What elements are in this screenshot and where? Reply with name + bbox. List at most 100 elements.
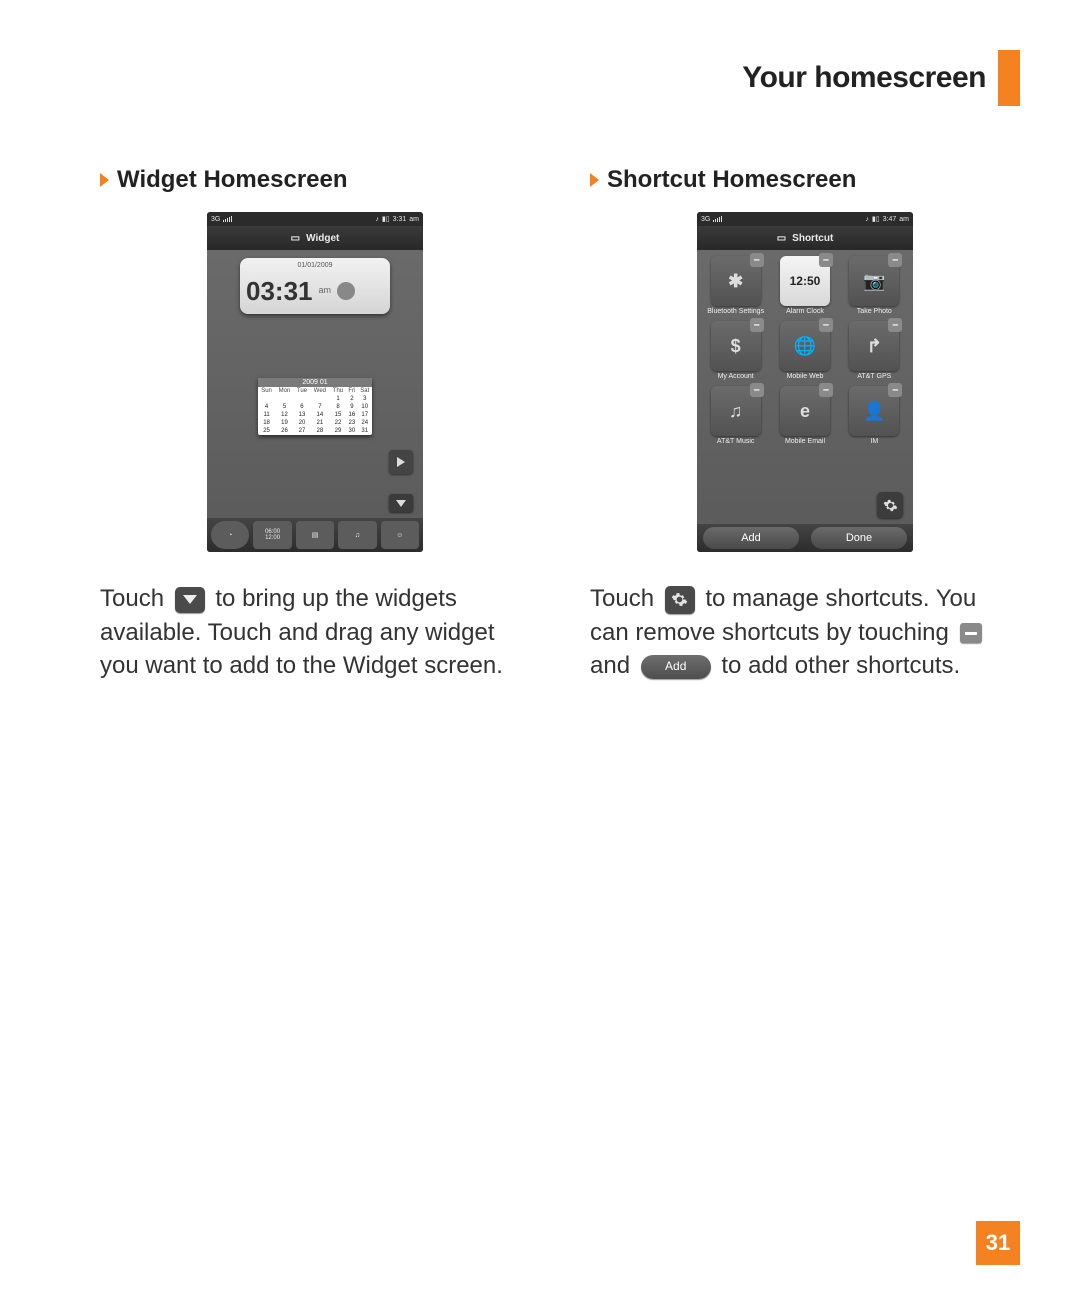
calendar-day-label: Sun <box>258 387 275 395</box>
shortcut-tile-icon: $– <box>711 321 761 371</box>
calendar-day-label: Wed <box>310 387 330 395</box>
shortcut-tile-icon: ♫– <box>711 386 761 436</box>
shortcut-label: Alarm Clock <box>786 308 824 315</box>
shortcut-label: IM <box>870 438 878 445</box>
clock-ampm: am <box>319 277 332 295</box>
calendar-widget: 2009 01 SunMonTueWedThuFriSat 1234567891… <box>258 378 372 435</box>
shortcut-copy: Touch to manage shortcuts. You can remov… <box>590 582 1020 683</box>
remove-shortcut-icon[interactable]: – <box>750 318 764 332</box>
manage-shortcuts-button[interactable] <box>877 492 903 518</box>
calendar-cell: 8 <box>330 403 347 411</box>
statusbar: 3G ♪ ▮▯ 3:31 am <box>207 212 423 226</box>
calendar-cell: 26 <box>275 427 294 435</box>
calendar-cell: 2 <box>346 395 357 403</box>
shortcut-item[interactable]: 👤– IM <box>844 386 905 445</box>
done-button[interactable]: Done <box>811 527 907 549</box>
shortcut-item[interactable]: $–My Account <box>705 321 766 380</box>
calendar-cell: 19 <box>275 419 294 427</box>
widget-screenshot: 3G ♪ ▮▯ 3:31 am ▭ Widget 01 <box>207 212 423 552</box>
shortcut-tile-icon: ✱– <box>711 256 761 306</box>
remove-shortcut-icon[interactable]: – <box>819 318 833 332</box>
remove-icon <box>960 623 982 643</box>
shortcut-label: AT&T GPS <box>857 373 891 380</box>
copy-text: Touch <box>590 585 661 612</box>
calendar-cell: 21 <box>310 419 330 427</box>
widget-heading: Widget Homescreen <box>100 166 530 194</box>
calendar-cell: 6 <box>294 403 310 411</box>
widget-dock: ◔ 06:00 12:00 ▤ ♫ ☺ <box>207 518 423 552</box>
calendar-row: 18192021222324 <box>258 419 372 427</box>
remove-shortcut-icon[interactable]: – <box>819 383 833 397</box>
status-time: 3:31 <box>393 216 407 223</box>
open-widget-tray-button[interactable] <box>389 494 413 512</box>
shortcut-item[interactable]: ↱– AT&T GPS <box>844 321 905 380</box>
signal-icon <box>713 216 722 222</box>
shortcut-item[interactable]: ✱–Bluetooth Settings <box>705 256 766 315</box>
calendar-cell: 22 <box>330 419 347 427</box>
remove-shortcut-icon[interactable]: – <box>819 253 833 267</box>
remove-shortcut-icon[interactable]: – <box>750 253 764 267</box>
two-column-layout: Widget Homescreen 3G ♪ ▮▯ 3:31 am <box>100 166 1020 707</box>
add-button[interactable]: Add <box>703 527 799 549</box>
widget-body: 01/01/2009 03:31 am 2009 01 SunMonTueWed… <box>207 250 423 552</box>
clock-widget: 01/01/2009 03:31 am <box>240 258 390 314</box>
calendar-cell: 24 <box>358 419 373 427</box>
calendar-cell: 25 <box>258 427 275 435</box>
remove-shortcut-icon[interactable]: – <box>750 383 764 397</box>
calendar-cell: 1 <box>330 395 347 403</box>
page-number: 31 <box>976 1221 1020 1265</box>
shortcut-item[interactable]: ♫– AT&T Music <box>705 386 766 445</box>
book-icon: ▭ <box>777 233 786 244</box>
remove-shortcut-icon[interactable]: – <box>888 383 902 397</box>
shortcut-item[interactable]: e–Mobile Email <box>774 386 835 445</box>
calendar-cell: 27 <box>294 427 310 435</box>
dock-dualtime-icon: 06:00 12:00 <box>253 521 291 549</box>
calendar-day-label: Fri <box>346 387 357 395</box>
calendar-day-label: Mon <box>275 387 294 395</box>
calendar-cell: 11 <box>258 411 275 419</box>
add-pill-label: Add <box>665 658 686 675</box>
signal-icon <box>223 216 232 222</box>
calendar-row: 11121314151617 <box>258 411 372 419</box>
calendar-cell: 3 <box>358 395 373 403</box>
gear-icon <box>883 498 898 513</box>
shortcut-body: ✱–Bluetooth Settings12:50–Alarm Clock📷–T… <box>697 250 913 552</box>
shortcut-item[interactable]: 12:50–Alarm Clock <box>774 256 835 315</box>
alarm-icon <box>337 282 355 300</box>
calendar-title: 2009 01 <box>258 378 372 387</box>
calendar-cell: 20 <box>294 419 310 427</box>
shortcut-tile-icon: ↱– <box>849 321 899 371</box>
dock-contacts-icon: ☺ <box>381 521 419 549</box>
page-header: Your homescreen <box>100 50 1020 106</box>
music-icon: ♪ <box>865 216 869 223</box>
shortcut-label: Mobile Web <box>787 373 824 380</box>
widget-copy: Touch to bring up the widgets available.… <box>100 582 530 683</box>
calendar-cell <box>294 395 310 403</box>
dock-notes-icon: ▤ <box>296 521 334 549</box>
calendar-cell: 14 <box>310 411 330 419</box>
screen-header-label: Shortcut <box>792 233 833 244</box>
screen-header: ▭ Widget <box>207 226 423 250</box>
shortcut-label: AT&T Music <box>717 438 754 445</box>
shortcut-grid: ✱–Bluetooth Settings12:50–Alarm Clock📷–T… <box>705 256 905 445</box>
shortcut-label: Take Photo <box>857 308 892 315</box>
shortcut-bottom-bar: Add Done <box>697 524 913 552</box>
status-time: 3:47 <box>883 216 897 223</box>
calendar-cell: 15 <box>330 411 347 419</box>
triangle-right-icon <box>100 173 109 187</box>
calendar-cell <box>275 395 294 403</box>
shortcut-heading-text: Shortcut Homescreen <box>607 166 856 194</box>
clock-date: 01/01/2009 <box>240 262 390 269</box>
calendar-cell: 12 <box>275 411 294 419</box>
shortcut-tile-icon: 📷– <box>849 256 899 306</box>
page-title: Your homescreen <box>742 61 986 95</box>
shortcut-tile-icon: e– <box>780 386 830 436</box>
shortcut-tile-icon: 👤– <box>849 386 899 436</box>
remove-shortcut-icon[interactable]: – <box>888 253 902 267</box>
copy-text: Touch <box>100 585 171 612</box>
shortcut-item[interactable]: 🌐–Mobile Web <box>774 321 835 380</box>
dock-clock-icon: ◔ <box>211 521 249 549</box>
shortcut-heading: Shortcut Homescreen <box>590 166 1020 194</box>
remove-shortcut-icon[interactable]: – <box>888 318 902 332</box>
shortcut-item[interactable]: 📷– Take Photo <box>844 256 905 315</box>
